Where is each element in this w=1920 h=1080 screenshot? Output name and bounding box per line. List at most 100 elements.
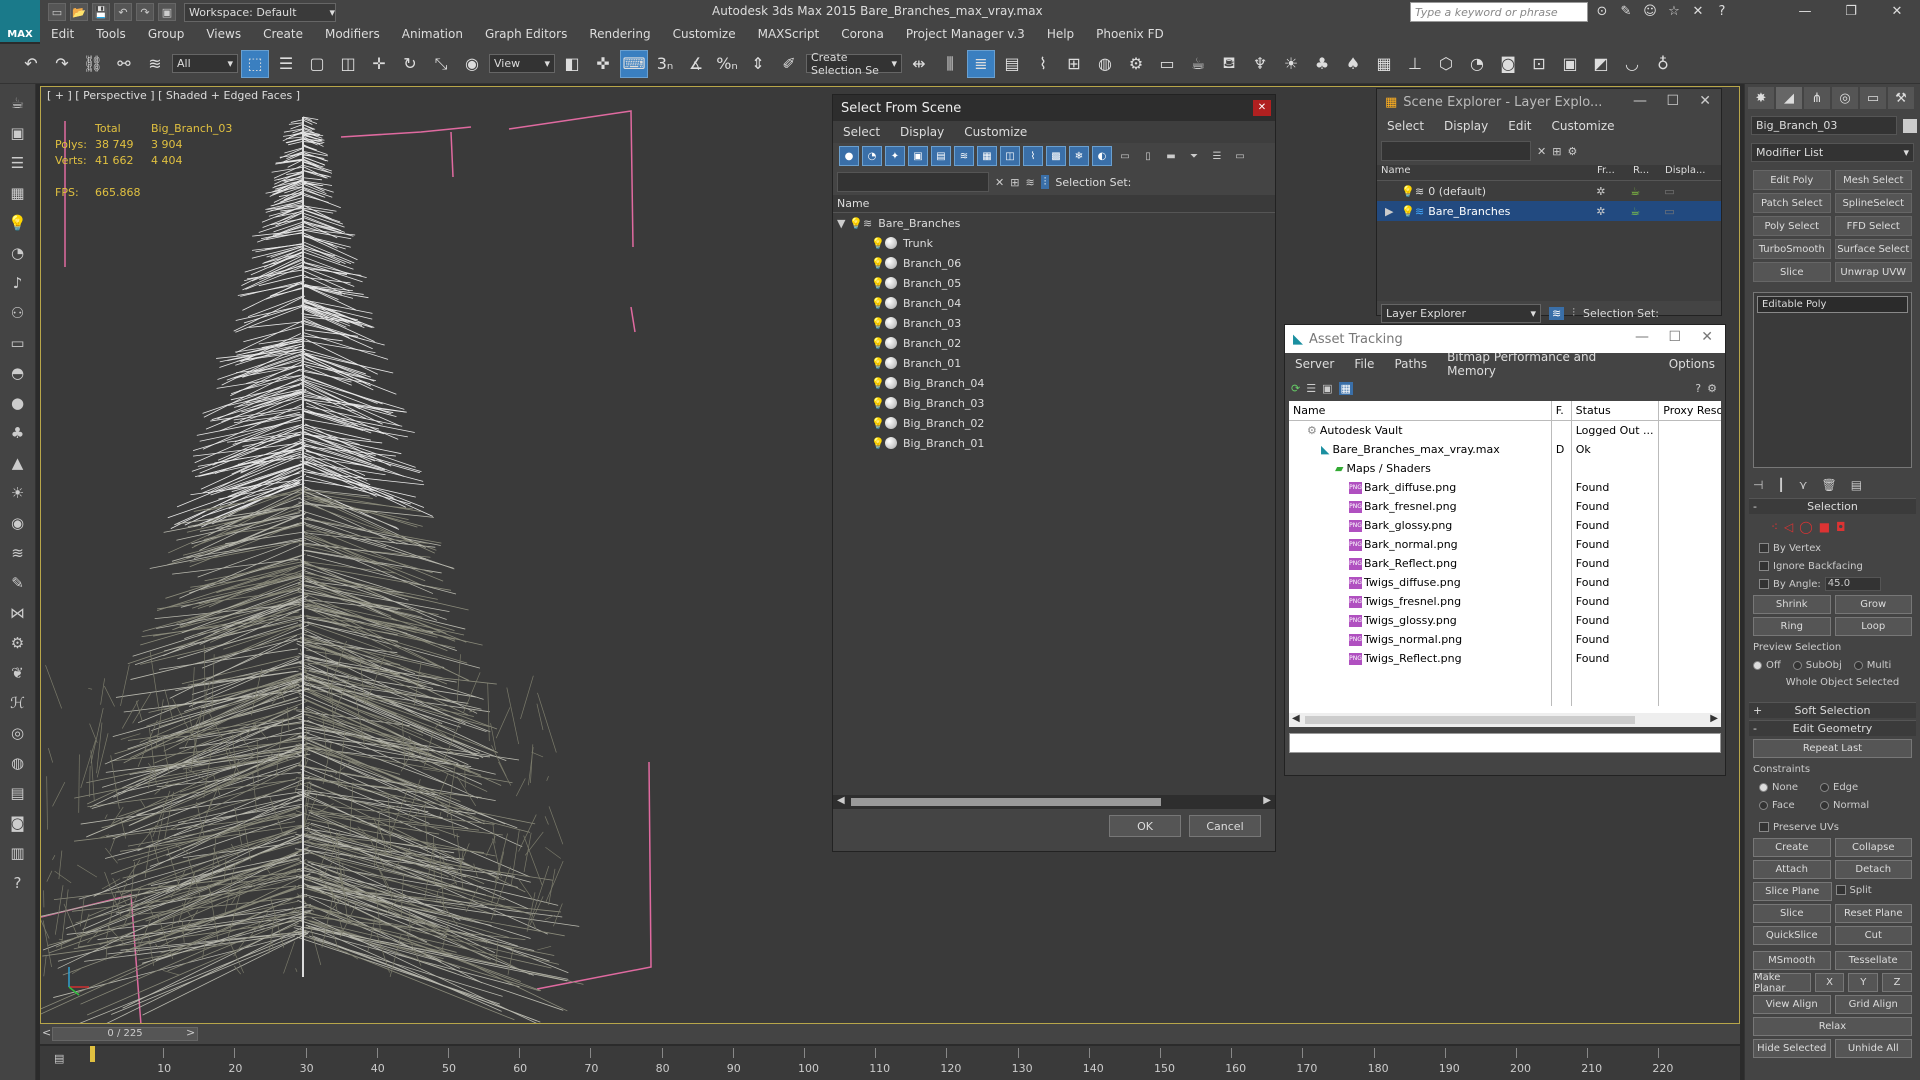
modifier-edit-poly[interactable]: Edit Poly [1753, 170, 1831, 190]
modifier-turbosmooth[interactable]: TurboSmooth [1753, 239, 1831, 259]
menu-corona[interactable]: Corona [830, 27, 895, 41]
thumbnail-view-icon[interactable]: ▣ [1322, 382, 1332, 395]
scroll-left-icon[interactable]: ◀ [837, 795, 845, 806]
col-proxy[interactable]: Proxy Resol. [1659, 401, 1721, 420]
close-icon[interactable]: ✕ [1699, 93, 1711, 109]
scene-object-row[interactable]: 💡 Big_Branch_04 [833, 373, 1275, 393]
col-freeze[interactable]: Fr... [1597, 165, 1633, 180]
layer-toggle-icon[interactable]: ≋ [1549, 306, 1565, 320]
menu-edit[interactable]: Edit [40, 27, 85, 41]
collapse-button[interactable]: Collapse [1834, 838, 1912, 857]
star-icon[interactable]: ☆ [1664, 2, 1684, 22]
vray-toggle-icon[interactable]: ◩ [1587, 50, 1615, 78]
display-none-icon[interactable]: ▯ [1138, 146, 1158, 166]
show-end-result-icon[interactable]: ┃ [1777, 478, 1784, 492]
col-display[interactable]: Displa... [1665, 165, 1715, 180]
bulb-icon[interactable]: 💡 [871, 417, 885, 430]
bulb-icon[interactable]: 💡 [871, 337, 885, 350]
time-slider[interactable]: 0 / 225 [52, 1027, 198, 1041]
preview-off-radio[interactable] [1753, 660, 1762, 670]
preview-multi-radio[interactable] [1853, 660, 1863, 670]
track-bar[interactable]: ▤ 10 20 30 40 50 60 70 80 90 100 110 120 130 140 150 16… [40, 1046, 1740, 1080]
leaf-icon[interactable]: ❦ [4, 660, 32, 686]
vray-fur-icon[interactable]: ♠ [1339, 50, 1367, 78]
constraint-edge-radio[interactable] [1820, 782, 1829, 792]
new-file-icon[interactable]: ▭ [48, 3, 66, 21]
asset-row[interactable]: PNG Bark_fresnel.png Found [1289, 497, 1721, 516]
display-shapes-icon[interactable]: ◔ [862, 146, 882, 166]
menu-animation[interactable]: Animation [391, 27, 474, 41]
asset-row[interactable]: ▰ Maps / Shaders [1289, 459, 1721, 478]
menu-project-manager-v-3[interactable]: Project Manager v.3 [895, 27, 1036, 41]
vray-sphere-icon[interactable]: ⬡ [1432, 50, 1460, 78]
display-frozen-icon[interactable]: ❄ [1069, 146, 1089, 166]
scene-object-row[interactable]: 💡 Big_Branch_03 [833, 393, 1275, 413]
display-lights-icon[interactable]: ✦ [885, 146, 905, 166]
menu-tools[interactable]: Tools [85, 27, 137, 41]
quickslice-button[interactable]: QuickSlice [1753, 926, 1831, 945]
speaker-icon[interactable]: ♪ [4, 270, 32, 296]
bulb-icon[interactable]: 💡 [871, 397, 885, 410]
create-tab-icon[interactable]: ✸ [1748, 87, 1774, 109]
spinner-snap-icon[interactable]: ⇕ [744, 50, 772, 78]
save-file-icon[interactable]: 💾 [92, 3, 110, 21]
cross-icon[interactable]: ✕ [1688, 2, 1708, 22]
teapot-icon[interactable]: ☕ [4, 90, 32, 116]
settings-icon[interactable]: ⚙ [1707, 382, 1717, 395]
asset-path-field[interactable] [1289, 733, 1721, 753]
at-menu-paths[interactable]: Paths [1384, 357, 1437, 371]
menu-rendering[interactable]: Rendering [578, 27, 661, 41]
create-button[interactable]: Create [1753, 838, 1831, 857]
unhide-all-button[interactable]: Unhide All [1834, 1039, 1912, 1058]
disc-icon[interactable]: ◉ [4, 510, 32, 536]
select-all-icon[interactable]: ⊞ [1552, 145, 1561, 158]
find-case-icon[interactable]: ⊞ [1010, 176, 1019, 189]
angle-input[interactable]: 45.0 [1824, 577, 1881, 591]
floppy-icon[interactable]: ▤ [4, 780, 32, 806]
asset-tracking-titlebar[interactable]: ◣ Asset Tracking — ☐ ✕ [1285, 325, 1725, 353]
layer-options-icon[interactable]: ⚙ [1567, 145, 1577, 158]
undo-icon[interactable]: ↶ [17, 50, 45, 78]
relax-button[interactable]: Relax [1753, 1017, 1912, 1036]
remove-modifier-icon[interactable]: 🗑 [1821, 478, 1836, 492]
collapse-icon[interactable]: ▭ [1230, 146, 1250, 166]
object-name-field[interactable]: Big_Branch_03 [1751, 116, 1897, 135]
display-tab-icon[interactable]: ▭ [1860, 87, 1886, 109]
vray-plane-icon[interactable]: ⊥ [1401, 50, 1429, 78]
open-file-icon[interactable]: 📂 [70, 3, 88, 21]
sfs-menu-display[interactable]: Display [890, 125, 954, 139]
modifier-list-dropdown[interactable]: Modifier List ▾ [1751, 143, 1914, 162]
ring-button[interactable]: Ring [1753, 617, 1831, 636]
camera-icon[interactable]: ⚇ [4, 300, 32, 326]
render-production-icon[interactable]: ☕ [1184, 50, 1212, 78]
snaps-toggle-icon[interactable]: 3ₙ [651, 50, 679, 78]
constraint-face-radio[interactable] [1759, 800, 1768, 810]
msmooth-button[interactable]: MSmooth [1753, 951, 1831, 970]
display-geometry-icon[interactable]: ● [839, 146, 859, 166]
reference-coordinate-dropdown[interactable]: View ▾ [489, 54, 555, 73]
rotate-icon[interactable]: ↻ [396, 50, 424, 78]
display-invert-icon[interactable]: ▬ [1161, 146, 1181, 166]
hair-icon[interactable]: ≋ [4, 540, 32, 566]
modifier-patch-select[interactable]: Patch Select [1753, 193, 1831, 213]
prev-frame-icon[interactable]: < [42, 1026, 51, 1039]
ok-button[interactable]: OK [1109, 815, 1181, 837]
help-icon[interactable]: ? [1695, 382, 1701, 395]
motion-tab-icon[interactable]: ◎ [1832, 87, 1858, 109]
filter-icon[interactable]: ⏷ [1184, 146, 1204, 166]
modifier-poly-select[interactable]: Poly Select [1753, 216, 1831, 236]
modifier-unwrap-uvw[interactable]: Unwrap UVW [1834, 262, 1912, 282]
bulb-icon[interactable]: 💡 [871, 277, 885, 290]
refresh-icon[interactable]: ⟳ [1291, 382, 1300, 395]
globe-icon[interactable]: ◍ [4, 750, 32, 776]
window-crossing-icon[interactable]: ◫ [334, 50, 362, 78]
element-icon[interactable]: ◘ [1836, 520, 1846, 534]
menu-modifiers[interactable]: Modifiers [314, 27, 391, 41]
schematic-view-icon[interactable]: ⊞ [1060, 50, 1088, 78]
modify-tab-icon[interactable]: ◢ [1776, 87, 1802, 109]
col-status[interactable]: Status [1572, 401, 1660, 420]
filter-list-icon[interactable]: ☰ [1207, 146, 1227, 166]
scene-explorer-search-input[interactable] [1381, 141, 1531, 161]
move-icon[interactable]: ✛ [365, 50, 393, 78]
attach-button[interactable]: Attach [1753, 860, 1831, 879]
